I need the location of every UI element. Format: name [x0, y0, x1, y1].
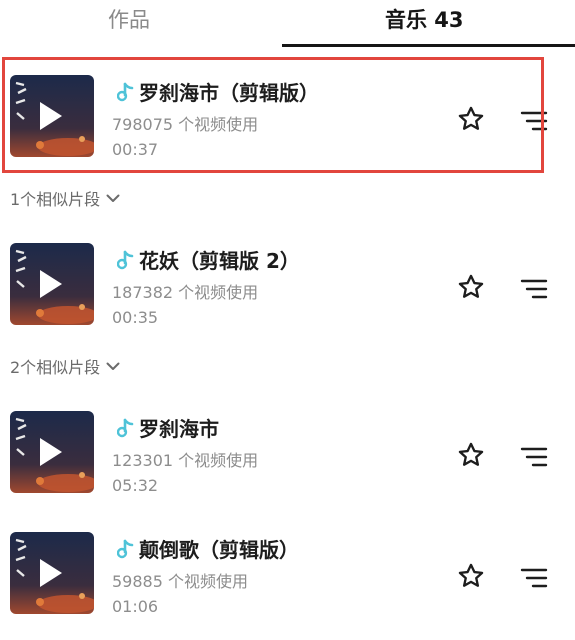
star-icon[interactable]	[457, 105, 485, 133]
usage-count: 798075 个视频使用	[112, 115, 259, 134]
star-icon[interactable]	[457, 441, 485, 469]
play-icon	[40, 559, 62, 587]
list-menu-icon[interactable]	[520, 566, 550, 590]
star-icon[interactable]	[457, 273, 485, 301]
list-menu-icon[interactable]	[520, 277, 550, 301]
track-title-text: 颠倒歌（剪辑版）	[139, 538, 299, 562]
track-duration: 05:32	[112, 476, 159, 495]
chevron-down-icon	[106, 194, 120, 202]
album-cover[interactable]	[10, 75, 94, 157]
track-title[interactable]: 花妖（剪辑版 2）	[117, 245, 300, 274]
album-cover[interactable]	[10, 532, 94, 614]
track-title-text: 花妖（剪辑版 2）	[139, 249, 300, 273]
similar-segments-toggle-2[interactable]: 2个相似片段	[10, 354, 120, 378]
track-duration: 00:37	[112, 140, 159, 159]
chevron-down-icon	[106, 362, 120, 370]
album-cover[interactable]	[10, 411, 94, 493]
track-title[interactable]: 罗刹海市（剪辑版）	[117, 77, 319, 106]
track-duration: 00:35	[112, 308, 159, 327]
track-item-3[interactable]: 罗刹海市 123301 个视频使用 05:32	[0, 401, 575, 495]
active-tab-indicator	[282, 44, 575, 47]
track-title-text: 罗刹海市	[139, 417, 219, 441]
music-note-icon	[117, 250, 134, 270]
play-icon	[40, 102, 62, 130]
play-icon	[40, 438, 62, 466]
music-note-icon	[117, 418, 134, 438]
usage-count: 123301 个视频使用	[112, 451, 259, 470]
track-title[interactable]: 罗刹海市	[117, 413, 219, 442]
track-item-2[interactable]: 花妖（剪辑版 2） 187382 个视频使用 00:35	[0, 233, 575, 327]
music-note-icon	[117, 82, 134, 102]
usage-count: 187382 个视频使用	[112, 283, 259, 302]
track-title-text: 罗刹海市（剪辑版）	[139, 81, 319, 105]
star-icon[interactable]	[457, 562, 485, 590]
tab-music[interactable]: 音乐 43	[385, 4, 464, 34]
list-menu-icon[interactable]	[520, 109, 550, 133]
similar-segments-label: 1个相似片段	[10, 190, 101, 209]
tab-works[interactable]: 作品	[108, 4, 150, 34]
album-cover[interactable]	[10, 243, 94, 325]
usage-count: 59885 个视频使用	[112, 572, 248, 591]
track-item-1[interactable]: 罗刹海市（剪辑版） 798075 个视频使用 00:37	[0, 65, 575, 159]
tab-bar: 作品 音乐 43	[0, 0, 575, 48]
track-item-4[interactable]: 颠倒歌（剪辑版） 59885 个视频使用 01:06	[0, 522, 575, 616]
track-title[interactable]: 颠倒歌（剪辑版）	[117, 534, 299, 563]
track-duration: 01:06	[112, 597, 159, 616]
play-icon	[40, 270, 62, 298]
music-note-icon	[117, 539, 134, 559]
list-menu-icon[interactable]	[520, 445, 550, 469]
similar-segments-toggle-1[interactable]: 1个相似片段	[10, 186, 120, 210]
similar-segments-label: 2个相似片段	[10, 358, 101, 377]
